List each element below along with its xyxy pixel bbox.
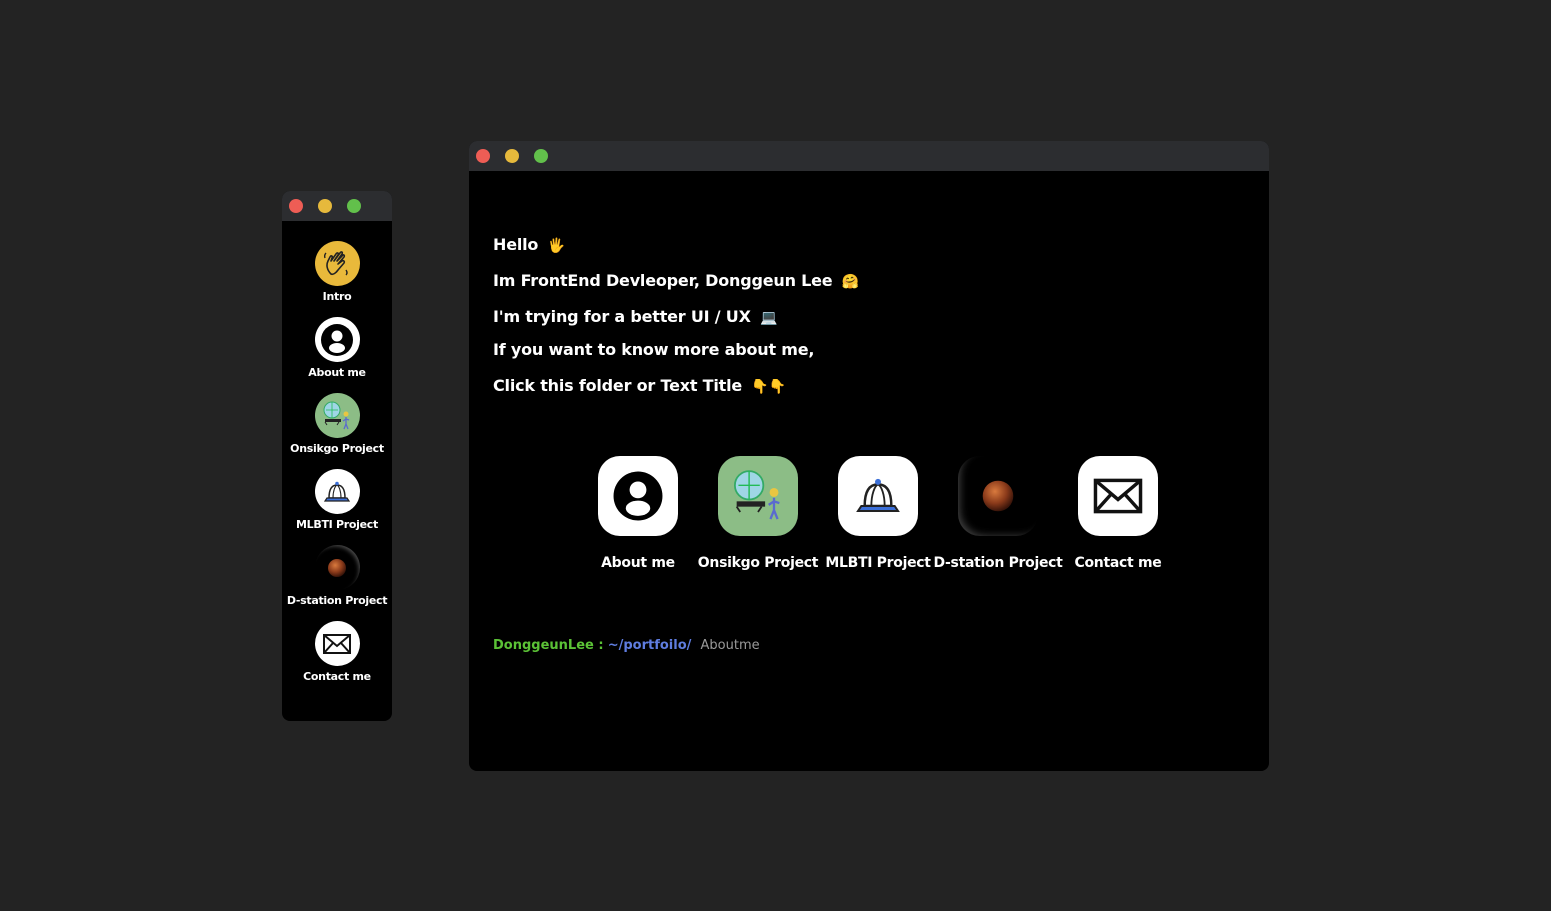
intro-line-goal: I'm trying for a better UI / UX 💻: [493, 307, 778, 328]
intro-line-text: Im FrontEnd Devleoper, Donggeun Lee: [493, 271, 833, 290]
dock-titlebar: [282, 191, 392, 221]
intro-line-text: I'm trying for a better UI / UX: [493, 307, 751, 326]
minimize-button[interactable]: [318, 199, 332, 213]
intro-line-hello: Hello 🖐: [493, 235, 565, 256]
intro-line-text: If you want to know more about me,: [493, 340, 815, 359]
dock-item-contact-me[interactable]: Contact me: [282, 621, 392, 691]
dock-label: MLBTI Project: [296, 518, 378, 531]
moon-icon: [314, 545, 360, 590]
user-circle-icon: [314, 317, 360, 362]
maximize-button[interactable]: [534, 149, 548, 163]
pointing-down-icon: 👇👇: [751, 379, 786, 395]
intro-line-more: If you want to know more about me,: [493, 340, 814, 360]
folder-about-me[interactable]: About me: [583, 456, 693, 586]
user-circle-icon: [598, 456, 678, 536]
dock-item-intro[interactable]: Intro: [282, 241, 392, 311]
intro-line-text: Click this folder or Text Title: [493, 376, 743, 395]
cap-icon: [314, 469, 360, 514]
minimize-button[interactable]: [505, 149, 519, 163]
waving-hand-icon: [314, 241, 360, 286]
cap-icon: [838, 456, 918, 536]
folder-d-station-project[interactable]: D-station Project: [933, 456, 1063, 586]
dock-label: Contact me: [303, 670, 371, 683]
dock-label: About me: [308, 366, 366, 379]
prompt-user: DonggeunLee :: [493, 638, 604, 653]
dock-label: D-station Project: [286, 594, 388, 607]
folder-label: D-station Project: [933, 555, 1063, 571]
folder-label: Contact me: [1074, 555, 1162, 571]
hugging-face-icon: 🤗: [841, 274, 860, 290]
dock-item-mlbti-project[interactable]: MLBTI Project: [282, 469, 392, 539]
onsikgo-logo-icon: [718, 456, 798, 536]
mail-icon: [1078, 456, 1158, 536]
window-titlebar[interactable]: [469, 141, 1269, 171]
laptop-icon: 💻: [760, 310, 778, 326]
close-button[interactable]: [476, 149, 490, 163]
maximize-button[interactable]: [347, 199, 361, 213]
dock-label: Onsikgo Project: [290, 442, 384, 455]
folder-onsikgo-project[interactable]: Onsikgo Project: [698, 456, 819, 586]
main-window: Hello 🖐 Im FrontEnd Devleoper, Donggeun …: [469, 141, 1269, 771]
folder-list: About me Onsikgo Project MLBTI Project D…: [583, 456, 1163, 586]
prompt-path: ~/portfoilo/: [607, 638, 692, 653]
folder-contact-me[interactable]: Contact me: [1063, 456, 1173, 586]
moon-icon: [958, 456, 1038, 536]
folder-mlbti-project[interactable]: MLBTI Project: [823, 456, 933, 586]
folder-label: About me: [601, 555, 675, 571]
intro-line-click: Click this folder or Text Title 👇👇: [493, 376, 786, 397]
close-button[interactable]: [289, 199, 303, 213]
folder-label: MLBTI Project: [825, 555, 931, 571]
dock-label: Intro: [322, 290, 352, 303]
onsikgo-logo-icon: [314, 393, 360, 438]
intro-line-role: Im FrontEnd Devleoper, Donggeun Lee 🤗: [493, 271, 859, 292]
side-dock: Intro About me Onsikgo Project MLBTI Pro…: [282, 191, 392, 721]
mail-icon: [314, 621, 360, 666]
dock-item-d-station-project[interactable]: D-station Project: [282, 545, 392, 615]
prompt-command[interactable]: Aboutme: [701, 638, 760, 653]
raised-hand-icon: 🖐: [547, 238, 565, 254]
intro-line-text: Hello: [493, 235, 539, 254]
dock-item-about-me[interactable]: About me: [282, 317, 392, 387]
folder-label: Onsikgo Project: [697, 555, 819, 571]
terminal-prompt: DonggeunLee : ~/portfoilo/ Aboutme: [493, 638, 760, 653]
dock-item-onsikgo-project[interactable]: Onsikgo Project: [282, 393, 392, 463]
